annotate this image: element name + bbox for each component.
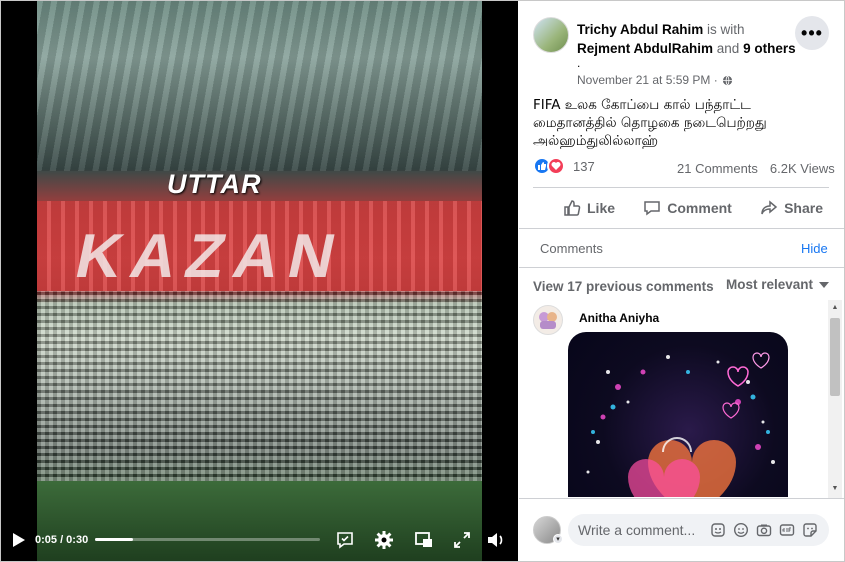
crowd-image <box>37 291 482 491</box>
scroll-down-icon[interactable]: ▼ <box>830 485 840 492</box>
author-name[interactable]: Trichy Abdul Rahim <box>577 22 703 37</box>
actions-divider <box>533 187 829 188</box>
view-previous-comments-link[interactable]: View 17 previous comments <box>533 279 714 294</box>
chevron-down-icon[interactable]: ▾ <box>553 534 563 544</box>
sort-label: Most relevant <box>726 277 814 292</box>
thumbs-up-icon <box>564 200 581 216</box>
composer-divider <box>519 498 844 499</box>
header-dot: . <box>577 56 581 70</box>
video-progress-bar[interactable] <box>95 538 320 541</box>
video-frame[interactable]: KAZAN UTTAR <box>37 1 482 561</box>
and-text: and <box>716 41 740 56</box>
globe-icon <box>722 75 732 85</box>
post-stats: 21 Comments 6.2K Views <box>677 161 835 176</box>
video-progress-fill <box>95 538 134 541</box>
emoji-icon[interactable] <box>733 522 749 538</box>
video-player[interactable]: KAZAN UTTAR <box>1 1 518 561</box>
captions-icon[interactable] <box>335 530 355 550</box>
with-text: is with <box>707 22 745 37</box>
scrollbar-thumb[interactable] <box>830 318 840 396</box>
commenter-avatar-image <box>539 312 557 329</box>
like-button[interactable]: Like <box>563 193 615 223</box>
author-avatar[interactable] <box>533 17 569 53</box>
comment-author[interactable]: Anitha Aniyha <box>579 311 659 325</box>
reactions-summary[interactable]: 137 <box>533 157 595 175</box>
pip-icon[interactable] <box>414 530 434 550</box>
share-icon <box>761 200 778 215</box>
comment-icon <box>644 201 661 216</box>
like-label: Like <box>587 200 616 216</box>
camera-icon[interactable] <box>756 522 772 538</box>
tagged-others[interactable]: 9 others <box>743 41 796 56</box>
comment-label: Comment <box>667 200 732 216</box>
comment-button[interactable]: Comment <box>643 193 732 223</box>
more-options-button[interactable]: ••• <box>795 16 829 50</box>
avatar-sticker-icon[interactable] <box>710 522 726 538</box>
post-actions: Like Comment Share <box>533 193 829 223</box>
sort-comments-dropdown[interactable]: Most relevant <box>726 277 830 292</box>
video-time: 0:05 / 0:30 <box>35 534 89 546</box>
post-time-text: November 21 at 5:59 PM · <box>577 73 718 87</box>
reaction-count: 137 <box>573 158 595 174</box>
share-button[interactable]: Share <box>760 193 823 223</box>
stadium-banner-text: KAZAN <box>69 222 352 291</box>
share-label: Share <box>784 200 823 216</box>
comments-label: Comments <box>540 241 603 256</box>
hide-comments-link[interactable]: Hide <box>801 241 828 256</box>
stadium-roof <box>37 1 482 171</box>
tagged-user[interactable]: Rejment AbdulRahim <box>577 41 713 56</box>
commenter-avatar[interactable] <box>533 305 563 335</box>
post-text: FIFA உலக கோப்பை கால் பந்தாட்ட மைதானத்தில… <box>533 97 767 149</box>
volume-icon[interactable] <box>486 530 506 550</box>
hearts-sticker-graphic <box>586 352 775 497</box>
fullscreen-icon[interactable] <box>452 530 472 550</box>
comment-input[interactable] <box>578 522 703 538</box>
post-header: Trichy Abdul Rahim is with Rejment Abdul… <box>577 20 797 58</box>
caret-down-icon <box>819 281 830 288</box>
comment-composer[interactable] <box>568 514 829 546</box>
comment-sticker-image[interactable] <box>568 332 788 497</box>
comments-count[interactable]: 21 Comments <box>677 161 758 176</box>
sticker-icon[interactable] <box>802 522 818 538</box>
post-timestamp[interactable]: November 21 at 5:59 PM · <box>577 73 733 87</box>
scroll-up-icon[interactable]: ▲ <box>830 304 840 311</box>
love-reaction-icon <box>547 157 565 175</box>
video-overlay-title: UTTAR <box>167 169 262 199</box>
gif-icon[interactable] <box>779 522 795 538</box>
views-count: 6.2K Views <box>769 161 835 176</box>
play-icon[interactable] <box>10 532 26 548</box>
gear-icon[interactable] <box>374 530 394 550</box>
